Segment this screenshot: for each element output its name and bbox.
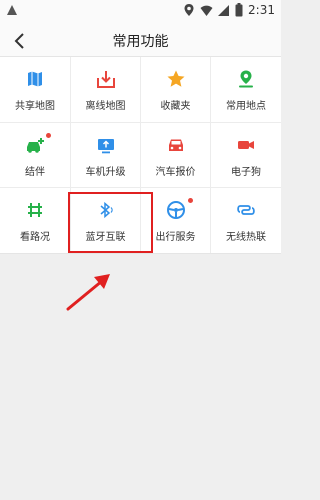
download-icon [96, 71, 115, 88]
grid-row: 结伴 车机升级 汽车报价 电子狗 [0, 122, 281, 188]
status-icons: 2:31 [183, 2, 275, 18]
car-quote-icon [168, 139, 183, 151]
function-label: 看路况 [20, 232, 50, 243]
function-grid: 共享地图 离线地图 收藏夹 常用地点 结伴 车机升级 汽车报价 电子狗 看路况 … [0, 56, 281, 254]
camera-icon [238, 141, 254, 149]
car-companion-icon [27, 138, 44, 153]
function-label: 汽车报价 [155, 167, 196, 178]
grid-row: 看路况 蓝牙互联 出行服务 无线热联 [0, 187, 281, 253]
grid-row: 共享地图 离线地图 收藏夹 常用地点 [0, 57, 281, 122]
function-bluetooth-connect[interactable]: 蓝牙互联 [70, 188, 140, 253]
function-label: 电子狗 [231, 167, 261, 178]
upgrade-icon [97, 139, 114, 154]
function-speed-camera[interactable]: 电子狗 [210, 123, 281, 188]
pointer-arrow-icon [66, 274, 110, 311]
page-title: 常用功能 [112, 34, 169, 50]
function-companion[interactable]: 结伴 [0, 123, 70, 188]
function-wireless-link[interactable]: 无线热联 [210, 188, 281, 253]
badge-dot [188, 198, 193, 203]
function-label: 常用地点 [226, 101, 266, 112]
clock: 2:31 [248, 3, 275, 17]
function-head-unit-upgrade[interactable]: 车机升级 [70, 123, 140, 188]
bluetooth-icon [100, 201, 113, 219]
function-label: 离线地图 [85, 101, 126, 112]
function-label: 收藏夹 [160, 101, 191, 112]
battery-icon [235, 3, 243, 17]
map-icon [28, 71, 42, 87]
steering-wheel-icon [166, 201, 185, 219]
badge-dot [46, 133, 51, 138]
function-frequent-places[interactable]: 常用地点 [210, 57, 281, 122]
function-car-quote[interactable]: 汽车报价 [140, 123, 210, 188]
function-label: 结伴 [25, 167, 45, 178]
function-label: 蓝牙互联 [85, 232, 126, 243]
function-travel-service[interactable]: 出行服务 [140, 188, 210, 253]
status-bar: 2:31 [0, 0, 281, 20]
function-favorites[interactable]: 收藏夹 [140, 57, 210, 122]
location-status-icon [184, 4, 194, 16]
function-offline-map[interactable]: 离线地图 [70, 57, 140, 122]
traffic-grid-icon [28, 203, 42, 217]
function-label: 无线热联 [226, 232, 266, 243]
function-label: 车机升级 [85, 167, 126, 178]
android-notification-icon [7, 5, 17, 15]
function-label: 出行服务 [155, 232, 196, 243]
location-pin-icon [239, 70, 253, 88]
wireless-link-icon [237, 205, 255, 215]
wifi-icon [200, 5, 213, 16]
function-traffic[interactable]: 看路况 [0, 188, 70, 253]
function-shared-map[interactable]: 共享地图 [0, 57, 70, 122]
star-icon [167, 70, 184, 87]
signal-icon [218, 4, 230, 16]
function-label: 共享地图 [15, 101, 55, 112]
